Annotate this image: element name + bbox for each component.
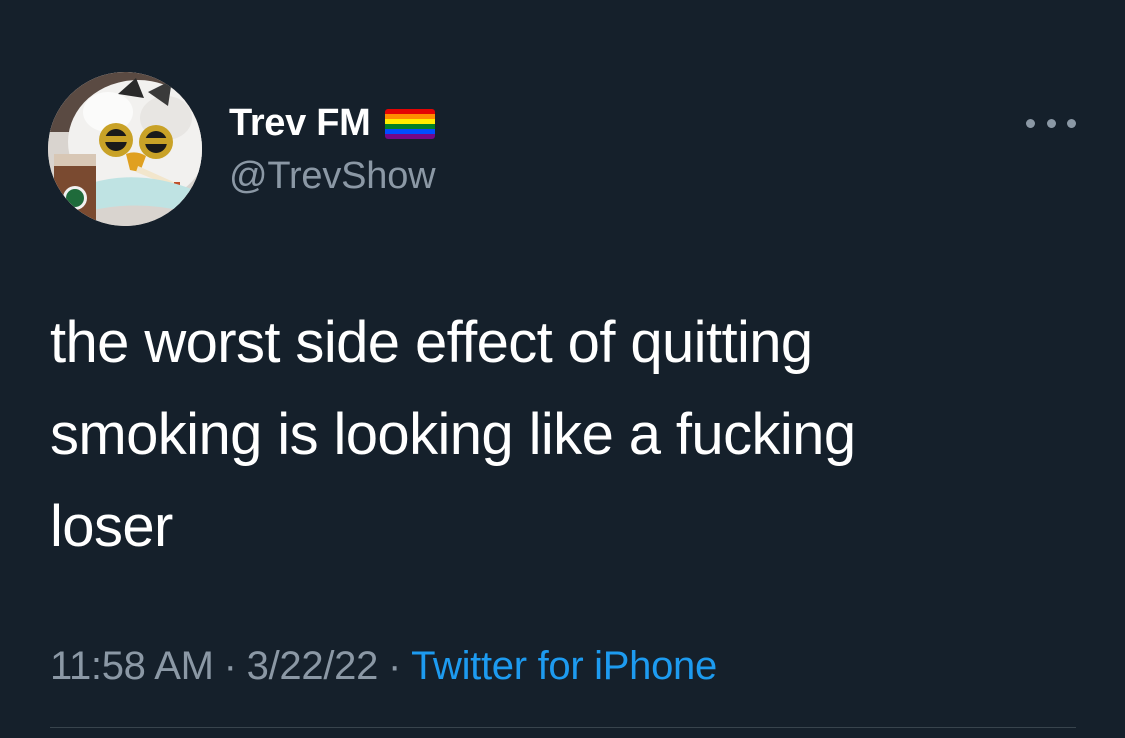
rainbow-flag-icon bbox=[384, 109, 435, 139]
author-name-row: Trev FM bbox=[229, 99, 435, 147]
user-handle[interactable]: @TrevShow bbox=[229, 152, 436, 200]
meta-separator: · bbox=[223, 643, 237, 688]
divider bbox=[50, 727, 1076, 728]
tweet-time[interactable]: 11:58 AM bbox=[50, 644, 214, 689]
tweet-text-line: smoking is looking like a fucking bbox=[50, 402, 856, 467]
more-horizontal-icon bbox=[1026, 118, 1035, 128]
tweet-date[interactable]: 3/22/22 bbox=[247, 644, 379, 689]
more-horizontal-icon-dot bbox=[1046, 118, 1056, 128]
more-options-button[interactable] bbox=[1026, 110, 1076, 136]
meta-separator: · bbox=[388, 643, 402, 688]
tweet-meta: 11:58 AM · 3/22/22 · Twitter for iPhone bbox=[50, 638, 717, 694]
furby-avatar-icon bbox=[48, 72, 202, 226]
more-horizontal-icon-dot bbox=[1067, 118, 1076, 128]
avatar[interactable] bbox=[48, 72, 202, 226]
display-name[interactable]: Trev FM bbox=[229, 99, 371, 147]
tweet-card: Trev FM @TrevShow the worst side effect … bbox=[0, 0, 1125, 738]
tweet-text-line: loser bbox=[50, 494, 173, 559]
tweet-source-link[interactable]: Twitter for iPhone bbox=[411, 644, 717, 689]
tweet-text-line: the worst side effect of quitting bbox=[50, 310, 813, 375]
tweet-text: the worst side effect of quitting smokin… bbox=[50, 297, 1060, 573]
